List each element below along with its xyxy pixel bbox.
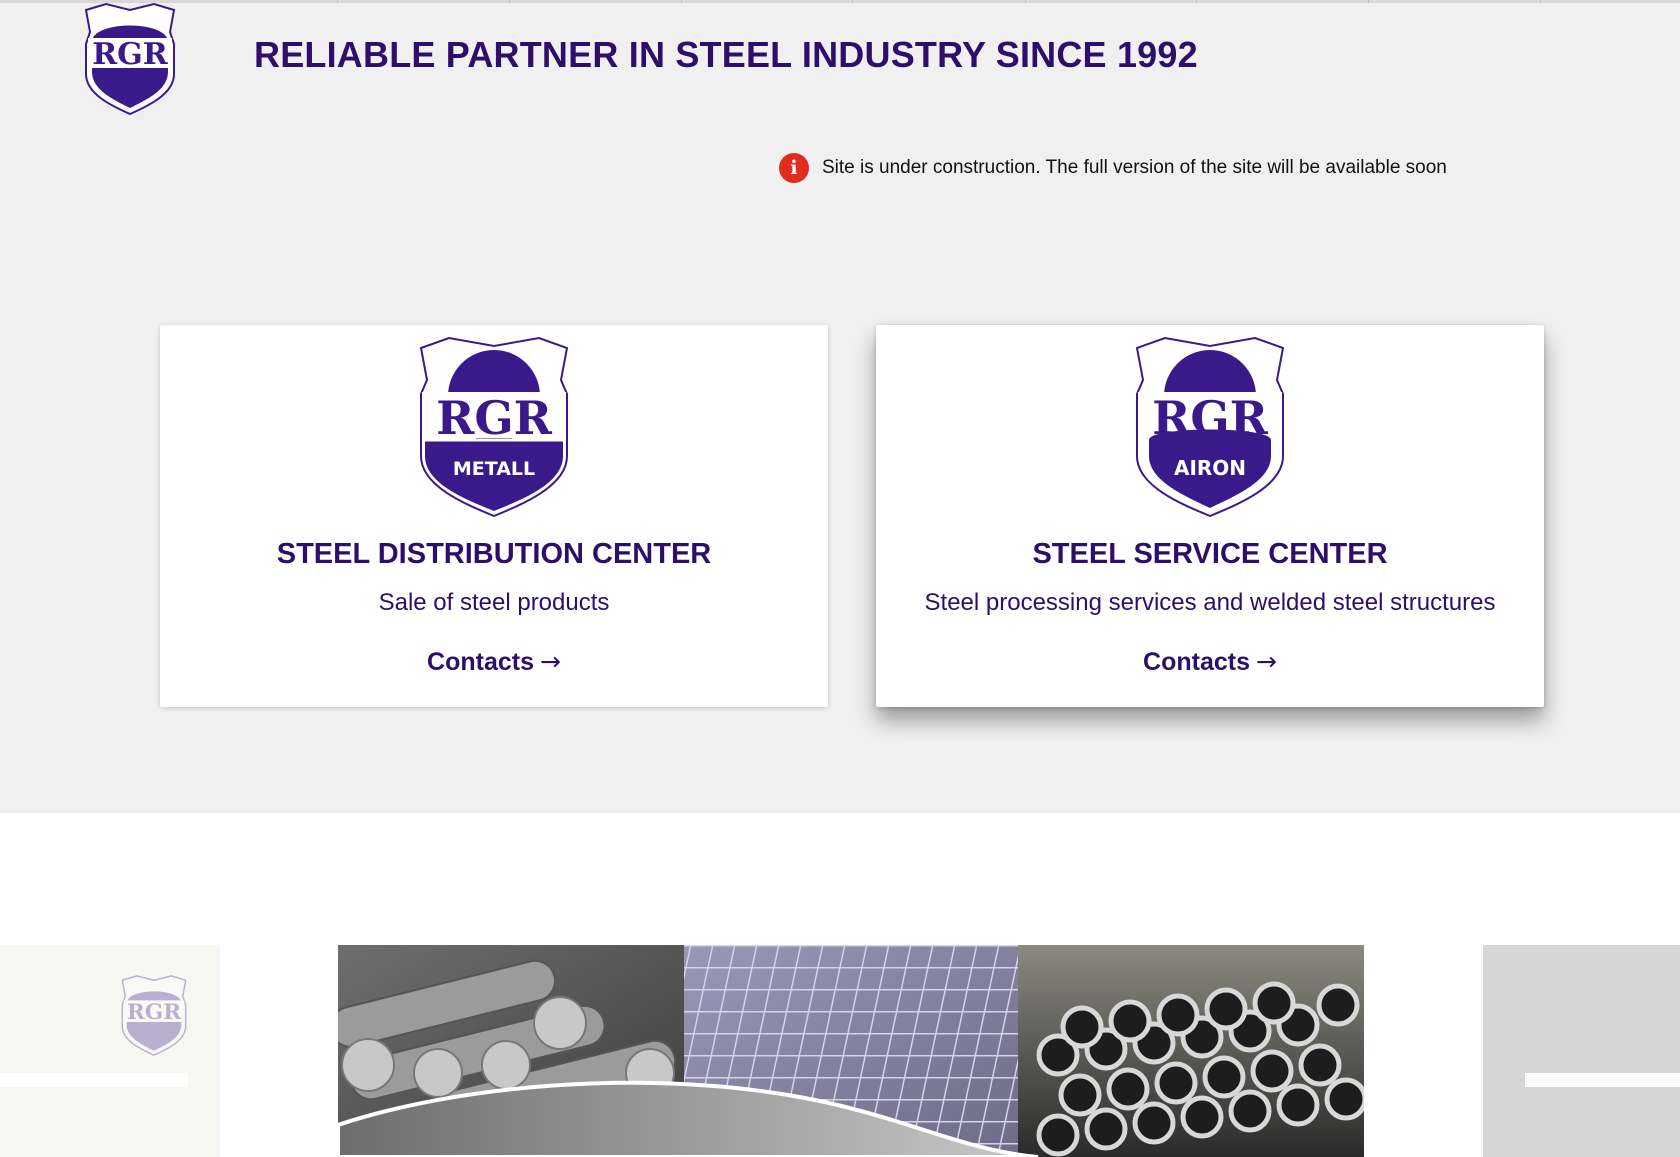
card-subtitle: Sale of steel products (378, 589, 610, 616)
card-subtitle: Steel processing services and welded ste… (924, 589, 1496, 616)
svg-text:METALL: METALL (453, 458, 535, 480)
svg-text:RGR: RGR (436, 391, 553, 445)
contacts-link[interactable]: Contacts → (876, 647, 1544, 677)
svg-text:AIRON: AIRON (1174, 456, 1246, 480)
page-title: RELIABLE PARTNER IN STEEL INDUSTRY SINCE… (254, 34, 1198, 75)
rgr-shield-logo-icon[interactable]: RGR (80, 2, 180, 116)
card-distribution-center[interactable]: RGR METALL STEEL DISTRIBUTION CENTER Sal… (160, 325, 828, 707)
arrow-right-icon: → (540, 647, 561, 676)
slide-divider (0, 1073, 188, 1087)
info-icon: i (779, 153, 809, 183)
svg-text:RGR: RGR (127, 1000, 182, 1025)
contacts-link[interactable]: Contacts → (160, 647, 828, 677)
steel-pipes-photo (1018, 945, 1364, 1157)
svg-text:RGR: RGR (92, 37, 169, 72)
carousel-slide-next[interactable] (1483, 945, 1680, 1157)
rgr-metall-logo-icon: RGR METALL (419, 336, 569, 518)
card-title: STEEL SERVICE CENTER (1032, 538, 1388, 570)
carousel-slide-prev[interactable]: RGR (0, 945, 220, 1157)
contacts-link-label: Contacts (427, 648, 534, 676)
arrow-right-icon: → (1256, 647, 1277, 676)
hero-section: RGR RELIABLE PARTNER IN STEEL INDUSTRY S… (0, 0, 1680, 813)
card-title: STEEL DISTRIBUTION CENTER (276, 538, 712, 570)
notice-text: Site is under construction. The full ver… (822, 157, 1447, 178)
carousel-slide-current[interactable] (338, 945, 1364, 1157)
rgr-shield-logo-icon: RGR (121, 975, 187, 1056)
svg-text:RGR: RGR (1152, 391, 1269, 445)
contacts-link-label: Contacts (1143, 648, 1250, 676)
card-service-center[interactable]: RGR AIRON STEEL SERVICE CENTER Steel pro… (876, 325, 1544, 707)
rgr-airon-logo-icon: RGR AIRON (1135, 336, 1285, 518)
slide-divider (1525, 1073, 1680, 1087)
top-tab-strip (0, 0, 1680, 3)
construction-notice: i Site is under construction. The full v… (779, 153, 1447, 183)
